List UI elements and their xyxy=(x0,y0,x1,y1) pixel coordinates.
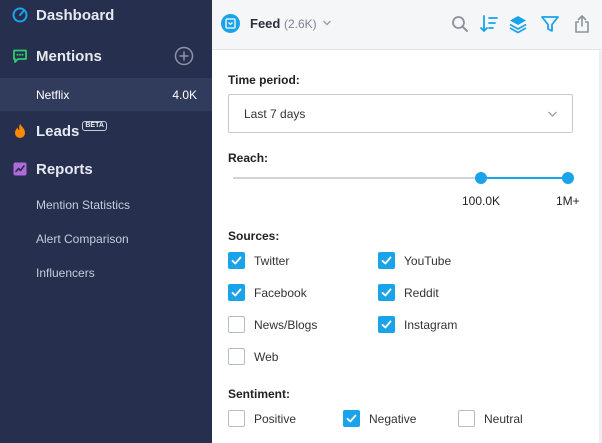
reach-slider-max-handle[interactable] xyxy=(562,172,574,184)
source-label: Reddit xyxy=(404,285,439,300)
source-label: News/Blogs xyxy=(254,317,318,332)
feed-header: Feed (2.6K) xyxy=(212,0,602,50)
sentiment-option-label: Neutral xyxy=(484,411,523,426)
reach-slider-min-handle[interactable] xyxy=(474,172,487,184)
nav-leads[interactable]: Leads BETA xyxy=(12,120,107,142)
source-youtube[interactable]: YouTube xyxy=(378,252,451,269)
reach-slider-fill xyxy=(480,177,568,179)
sidebar-item-alert-comparison[interactable]: Alert Comparison xyxy=(36,232,129,246)
sentiment-option-label: Positive xyxy=(254,411,297,426)
sidebar-item-mention-statistics[interactable]: Mention Statistics xyxy=(36,198,130,212)
time-period-label: Time period: xyxy=(228,73,300,87)
sentiment-option-label: Negative xyxy=(369,411,417,426)
checkbox[interactable] xyxy=(343,410,360,427)
source-news-blogs[interactable]: News/Blogs xyxy=(228,316,317,333)
nav-dashboard[interactable]: Dashboard xyxy=(12,4,114,26)
filter-panel: Time period: Last 7 days Reach: 100.0K 1… xyxy=(212,51,602,443)
source-label: Instagram xyxy=(404,317,458,332)
source-reddit[interactable]: Reddit xyxy=(378,284,439,301)
add-project-button[interactable] xyxy=(174,46,194,66)
checkbox[interactable] xyxy=(228,252,245,269)
sort-button[interactable] xyxy=(478,13,500,35)
dashboard-icon xyxy=(12,7,28,23)
source-label: Facebook xyxy=(254,285,307,300)
flame-icon xyxy=(12,123,28,139)
feed-title[interactable]: Feed xyxy=(250,16,280,31)
checkmark-icon xyxy=(346,414,357,423)
share-button[interactable] xyxy=(571,13,593,35)
layers-icon xyxy=(509,16,527,34)
checkbox[interactable] xyxy=(228,410,245,427)
search-icon xyxy=(452,16,468,32)
sentiment-positive[interactable]: Positive xyxy=(228,410,296,427)
chat-icon xyxy=(12,48,28,64)
nav-mentions[interactable]: Mentions xyxy=(12,45,102,67)
beta-badge: BETA xyxy=(82,121,107,131)
checkbox[interactable] xyxy=(378,252,395,269)
source-facebook[interactable]: Facebook xyxy=(228,284,307,301)
checkbox[interactable] xyxy=(228,316,245,333)
filter-button[interactable] xyxy=(539,13,561,35)
share-icon xyxy=(575,15,589,33)
sidebar-item-project[interactable]: Netflix 4.0K xyxy=(0,78,212,111)
plus-circle-icon xyxy=(174,46,194,66)
checkmark-icon xyxy=(381,320,392,329)
sentiment-negative[interactable]: Negative xyxy=(343,410,416,427)
sentiment-label: Sentiment: xyxy=(228,387,291,401)
filter-icon xyxy=(541,16,559,32)
sort-icon xyxy=(480,15,498,32)
project-name: Netflix xyxy=(36,87,70,102)
sentiment-neutral[interactable]: Neutral xyxy=(458,410,523,427)
time-period-select[interactable]: Last 7 days xyxy=(228,94,573,133)
feed-count: (2.6K) xyxy=(284,17,317,31)
source-web[interactable]: Web xyxy=(228,348,278,365)
checkmark-icon xyxy=(231,288,242,297)
checkbox[interactable] xyxy=(228,348,245,365)
reach-label: Reach: xyxy=(228,151,269,165)
checkbox[interactable] xyxy=(458,410,475,427)
feed-icon xyxy=(221,14,240,33)
nav-reports-label: Reports xyxy=(36,160,93,178)
source-label: Twitter xyxy=(254,253,290,268)
nav-dashboard-label: Dashboard xyxy=(36,6,115,24)
source-twitter[interactable]: Twitter xyxy=(228,252,289,269)
layers-button[interactable] xyxy=(507,13,529,35)
source-label: YouTube xyxy=(404,253,452,268)
sidebar-item-influencers[interactable]: Influencers xyxy=(36,266,95,280)
checkbox[interactable] xyxy=(228,284,245,301)
source-instagram[interactable]: Instagram xyxy=(378,316,457,333)
chevron-down-icon[interactable] xyxy=(322,19,332,27)
reach-min-label: 100.0K xyxy=(462,194,501,208)
chevron-down-icon xyxy=(548,111,557,117)
checkmark-icon xyxy=(231,256,242,265)
source-label: Web xyxy=(254,349,279,364)
sources-label: Sources: xyxy=(228,229,280,243)
chart-icon xyxy=(12,161,28,177)
checkmark-icon xyxy=(381,256,392,265)
reach-max-label: 1M+ xyxy=(556,194,580,208)
nav-reports[interactable]: Reports xyxy=(12,158,93,180)
checkbox[interactable] xyxy=(378,284,395,301)
checkbox[interactable] xyxy=(378,316,395,333)
time-period-value: Last 7 days xyxy=(244,106,306,121)
search-button[interactable] xyxy=(449,13,471,35)
checkmark-icon xyxy=(381,288,392,297)
project-count: 4.0K xyxy=(172,87,197,102)
nav-leads-label: Leads xyxy=(36,122,80,140)
nav-mentions-label: Mentions xyxy=(36,47,102,65)
sidebar: Dashboard Mentions Netflix 4.0K Leads BE… xyxy=(0,0,212,443)
